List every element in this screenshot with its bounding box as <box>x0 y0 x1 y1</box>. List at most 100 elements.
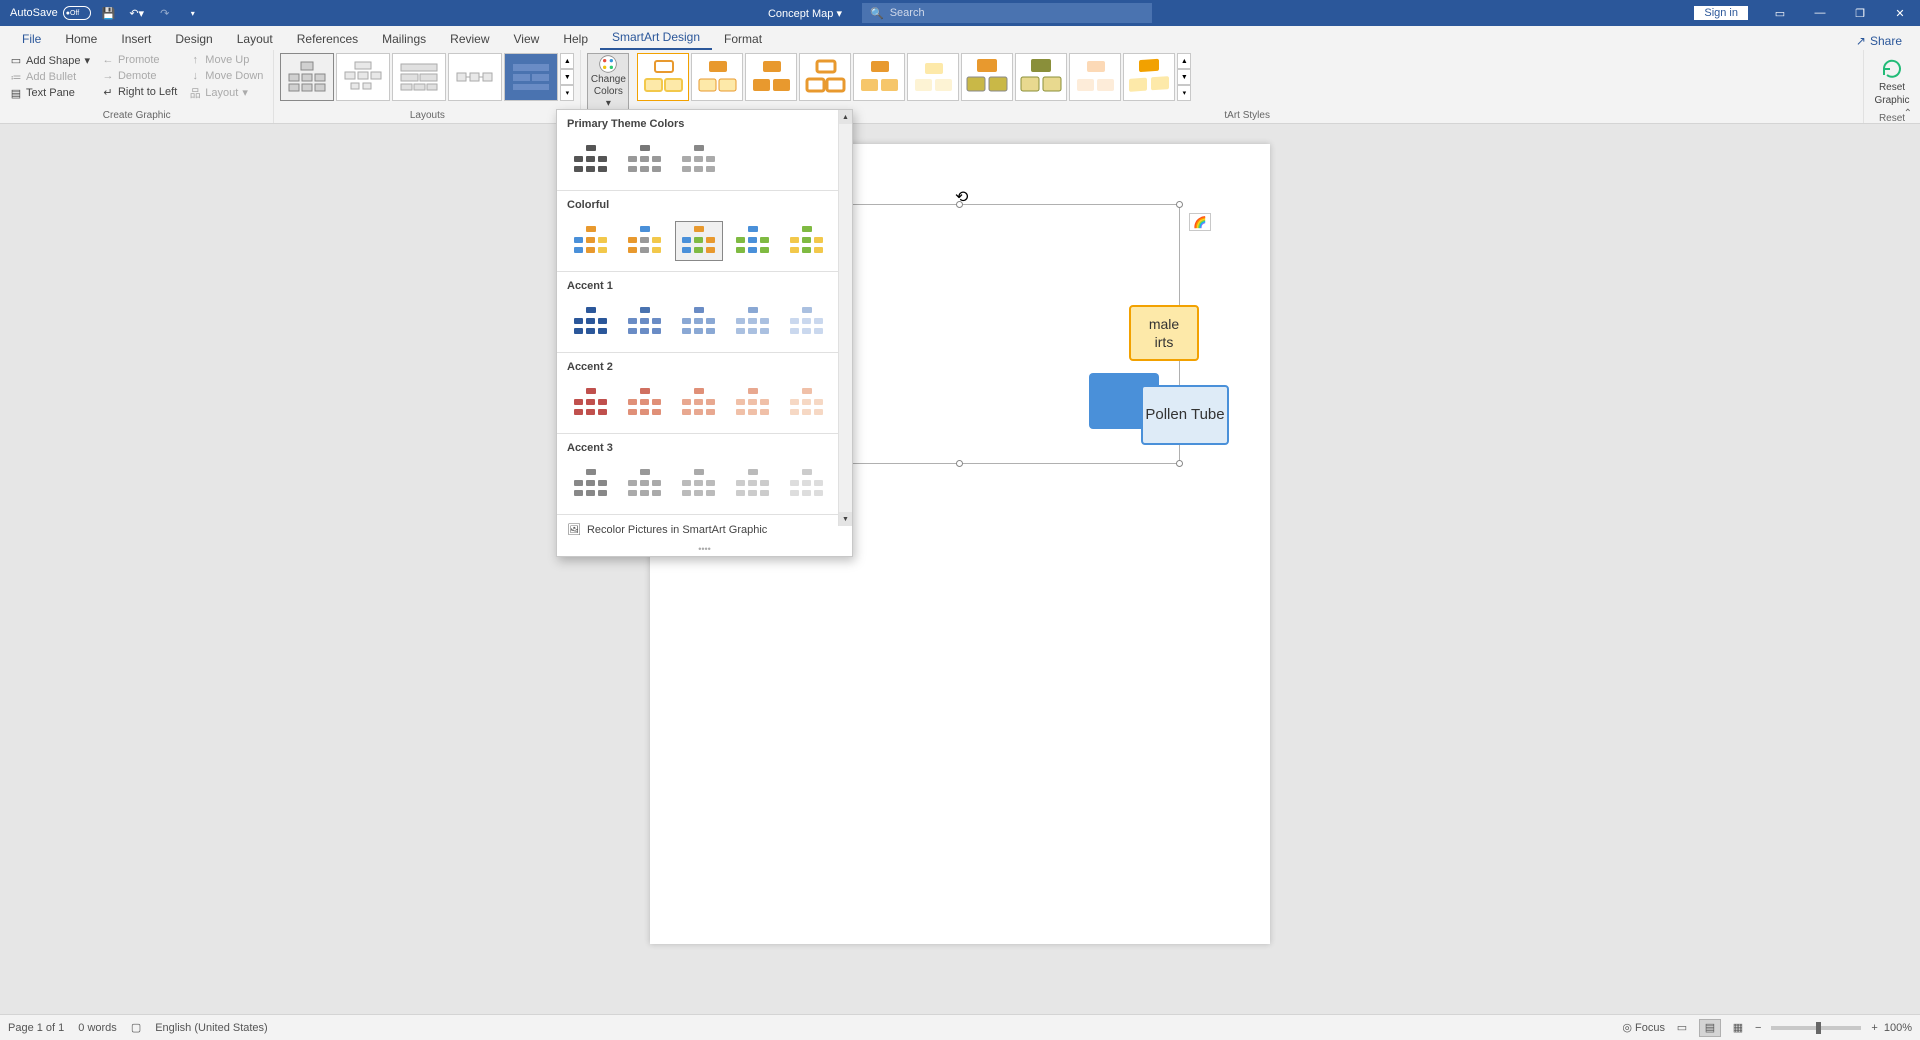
layout-scroll-up[interactable]: ▲ <box>560 53 574 69</box>
swatch-primary-2[interactable] <box>621 140 669 180</box>
signin-button[interactable]: Sign in <box>1694 6 1748 20</box>
maximize-icon[interactable]: ❐ <box>1840 0 1880 26</box>
document-canvas[interactable]: ⟲ ◁ 🌈 male irts Pollen Tube <box>0 124 1920 1014</box>
change-colors-button[interactable]: Change Colors ▾ <box>587 53 629 111</box>
dropdown-resize-grip[interactable]: •••• <box>557 544 852 556</box>
status-page[interactable]: Page 1 of 1 <box>8 1022 64 1034</box>
tab-home[interactable]: Home <box>53 28 109 50</box>
text-pane-button[interactable]: ▤Text Pane <box>6 86 94 100</box>
style-scroll-down[interactable]: ▼ <box>1177 69 1191 85</box>
swatch-primary-1[interactable] <box>567 140 615 180</box>
reset-graphic-button[interactable]: Reset Graphic <box>1870 53 1914 111</box>
swatch-colorful-5[interactable] <box>783 221 831 261</box>
document-title[interactable]: Concept Map ▾ <box>768 7 842 20</box>
swatch-colorful-2[interactable] <box>621 221 669 261</box>
share-button[interactable]: ↗ Share <box>1848 32 1910 50</box>
tab-insert[interactable]: Insert <box>109 28 163 50</box>
tab-help[interactable]: Help <box>551 28 600 50</box>
smartart-node-female[interactable]: male irts <box>1129 305 1199 361</box>
minimize-icon[interactable]: — <box>1800 0 1840 26</box>
tab-layout[interactable]: Layout <box>225 28 285 50</box>
style-option-6[interactable] <box>907 53 959 101</box>
dropdown-scroll-up[interactable]: ▲ <box>839 110 852 124</box>
layout-option-2[interactable] <box>336 53 390 101</box>
swatch-colorful-3[interactable] <box>675 221 723 261</box>
undo-icon[interactable]: ↶▾ <box>127 3 147 23</box>
view-print-icon[interactable]: ▤ <box>1699 1019 1721 1037</box>
swatch-accent3-4[interactable] <box>729 464 777 504</box>
layout-option-5[interactable] <box>504 53 558 101</box>
swatch-primary-3[interactable] <box>675 140 723 180</box>
layout-option-3[interactable] <box>392 53 446 101</box>
ribbon-display-icon[interactable]: ▭ <box>1760 0 1800 26</box>
zoom-level[interactable]: 100% <box>1884 1022 1912 1034</box>
handle-se[interactable] <box>1176 460 1183 467</box>
style-option-4[interactable] <box>799 53 851 101</box>
save-icon[interactable]: 💾 <box>99 3 119 23</box>
swatch-accent2-3[interactable] <box>675 383 723 423</box>
layout-option-1[interactable] <box>280 53 334 101</box>
zoom-thumb[interactable] <box>1816 1022 1821 1034</box>
layout-scroll-down[interactable]: ▼ <box>560 69 574 85</box>
dropdown-scroll-down[interactable]: ▼ <box>839 512 852 526</box>
swatch-accent3-5[interactable] <box>783 464 831 504</box>
swatch-colorful-4[interactable] <box>729 221 777 261</box>
style-scroll-up[interactable]: ▲ <box>1177 53 1191 69</box>
focus-mode-button[interactable]: ◎ Focus <box>1622 1021 1665 1034</box>
swatch-colorful-1[interactable] <box>567 221 615 261</box>
zoom-slider[interactable] <box>1771 1026 1861 1030</box>
layout-scroll-more[interactable]: ▾ <box>560 85 574 101</box>
close-icon[interactable]: ✕ <box>1880 0 1920 26</box>
autosave-toggle[interactable]: AutoSave ● Off <box>10 6 91 20</box>
recolor-pictures-button[interactable]: 🖼 Recolor Pictures in SmartArt Graphic <box>557 514 852 544</box>
zoom-out-button[interactable]: − <box>1755 1022 1761 1034</box>
smartart-node-pollen[interactable]: Pollen Tube <box>1141 385 1229 445</box>
status-proofing-icon[interactable]: ▢ <box>131 1021 141 1034</box>
tab-smartart-design[interactable]: SmartArt Design <box>600 26 712 50</box>
tab-review[interactable]: Review <box>438 28 501 50</box>
tab-references[interactable]: References <box>285 28 370 50</box>
swatch-accent1-2[interactable] <box>621 302 669 342</box>
style-option-3[interactable] <box>745 53 797 101</box>
handle-s[interactable] <box>956 460 963 467</box>
swatch-accent3-2[interactable] <box>621 464 669 504</box>
tab-file[interactable]: File <box>10 28 53 50</box>
layout-option-4[interactable] <box>448 53 502 101</box>
style-option-8[interactable] <box>1015 53 1067 101</box>
status-words[interactable]: 0 words <box>78 1022 117 1034</box>
tab-view[interactable]: View <box>502 28 552 50</box>
swatch-accent1-4[interactable] <box>729 302 777 342</box>
rotate-handle[interactable]: ⟲ <box>955 187 965 197</box>
view-read-icon[interactable]: ▭ <box>1671 1019 1693 1037</box>
style-option-7[interactable] <box>961 53 1013 101</box>
add-shape-button[interactable]: ▭Add Shape ▾ <box>6 53 94 68</box>
style-option-5[interactable] <box>853 53 905 101</box>
dropdown-scrollbar[interactable]: ▲ ▼ <box>838 110 852 526</box>
view-web-icon[interactable]: ▦ <box>1727 1019 1749 1037</box>
layout-options-icon[interactable]: 🌈 <box>1189 213 1211 231</box>
handle-n[interactable] <box>956 201 963 208</box>
swatch-accent1-1[interactable] <box>567 302 615 342</box>
swatch-accent2-1[interactable] <box>567 383 615 423</box>
style-scroll-more[interactable]: ▾ <box>1177 85 1191 101</box>
swatch-accent3-1[interactable] <box>567 464 615 504</box>
swatch-accent1-5[interactable] <box>783 302 831 342</box>
handle-ne[interactable] <box>1176 201 1183 208</box>
swatch-accent2-5[interactable] <box>783 383 831 423</box>
swatch-accent3-3[interactable] <box>675 464 723 504</box>
swatch-accent2-2[interactable] <box>621 383 669 423</box>
tab-mailings[interactable]: Mailings <box>370 28 438 50</box>
swatch-accent2-4[interactable] <box>729 383 777 423</box>
redo-icon[interactable]: ↷ <box>155 3 175 23</box>
zoom-in-button[interactable]: + <box>1871 1022 1877 1034</box>
style-option-2[interactable] <box>691 53 743 101</box>
status-language[interactable]: English (United States) <box>155 1022 268 1034</box>
search-box[interactable]: 🔍 Search <box>862 3 1152 23</box>
rtl-button[interactable]: ↵Right to Left <box>98 85 181 99</box>
style-option-10[interactable] <box>1123 53 1175 101</box>
tab-format[interactable]: Format <box>712 28 774 50</box>
tab-design[interactable]: Design <box>163 28 224 50</box>
collapse-ribbon-icon[interactable]: ⌃ <box>1904 108 1912 119</box>
style-option-9[interactable] <box>1069 53 1121 101</box>
autosave-switch[interactable]: ● Off <box>63 6 91 20</box>
